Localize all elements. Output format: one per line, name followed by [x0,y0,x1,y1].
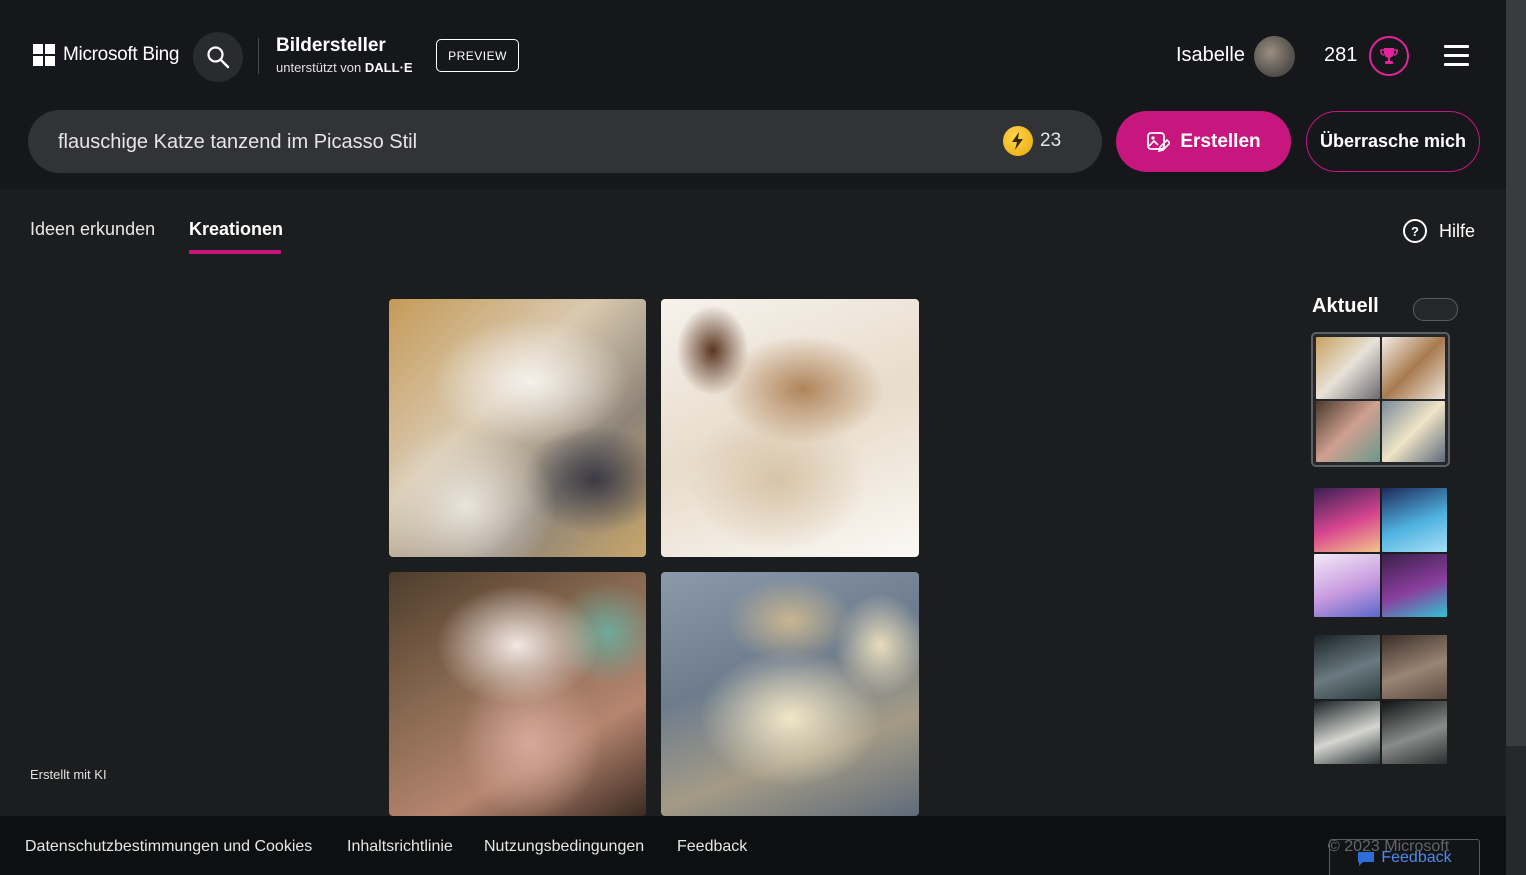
search-icon [207,46,230,69]
trophy-icon [1380,48,1398,64]
generated-image-4[interactable] [661,572,919,816]
footer-link-feedback[interactable]: Feedback [677,838,747,856]
footer-link-content-policy[interactable]: Inhaltsrichtlinie [347,838,453,856]
thumbnail-image [1316,337,1380,399]
thumbnail-image [1314,635,1380,699]
thumbnail-image [1381,635,1447,699]
app-title[interactable]: Bildersteller [276,35,386,57]
logo-text: Microsoft Bing [63,44,180,65]
thumbnail-image [1381,400,1445,462]
create-button[interactable]: Erstellen [1116,111,1291,172]
footer-link-terms[interactable]: Nutzungsbedingungen [484,838,644,856]
preview-badge: PREVIEW [436,39,519,72]
thumbnail-image [1381,553,1447,617]
app-subtitle-brand: DALL·E [364,60,413,75]
header-divider [258,38,259,74]
thumbnail-image [1314,488,1380,552]
tab-creations[interactable]: Kreationen [189,219,283,240]
recent-creation-thumbnail[interactable] [1311,332,1450,467]
hamburger-icon-line [1444,54,1469,57]
help-button[interactable]: ? Hilfe [1403,219,1475,243]
thumbnail-image [1381,488,1447,552]
lightning-icon [1012,132,1023,150]
active-tab-indicator [189,250,281,254]
create-button-label: Erstellen [1180,130,1261,152]
help-icon: ? [1403,219,1427,243]
recent-toggle[interactable] [1413,298,1458,321]
chat-bubble-icon [1358,852,1375,866]
microsoft-logo-icon [33,44,55,66]
generated-image-2[interactable] [661,299,919,557]
recent-creation-thumbnail[interactable] [1311,485,1450,620]
made-with-ai-label: Erstellt mit KI [30,767,107,782]
scrollbar-track[interactable] [1506,0,1526,875]
generated-image-3[interactable] [389,572,646,816]
user-name[interactable]: Isabelle [1176,44,1245,67]
app-subtitle: unterstützt von DALL·E [276,60,413,75]
thumbnail-image [1316,400,1380,462]
thumbnail-image [1381,337,1445,399]
rewards-points[interactable]: 281 [1324,44,1357,67]
search-button[interactable] [193,32,243,82]
app-subtitle-text: unterstützt von [276,60,362,75]
avatar[interactable] [1254,36,1295,77]
hamburger-icon [1444,45,1469,48]
prompt-input[interactable] [56,110,960,175]
hamburger-icon-line [1444,63,1469,66]
tab-explore-ideas[interactable]: Ideen erkunden [30,219,155,240]
bing-logo[interactable]: Microsoft Bing [33,44,179,66]
generated-image-1[interactable] [389,299,646,557]
thumbnail-image [1381,700,1447,764]
boost-indicator[interactable] [1003,126,1033,156]
thumbnail-image [1314,553,1380,617]
help-label: Hilfe [1439,220,1476,241]
feedback-button-label: Feedback [1381,849,1452,866]
footer-link-privacy[interactable]: Datenschutzbestimmungen und Cookies [25,838,312,856]
boost-count: 23 [1040,130,1062,151]
recent-creation-thumbnail[interactable] [1311,632,1450,767]
recent-title: Aktuell [1312,295,1379,317]
feedback-button[interactable]: Feedback [1329,839,1480,875]
prompt-bar: 23 [28,110,1102,175]
image-edit-icon [1147,131,1171,152]
surprise-me-button[interactable]: Überrasche mich [1306,111,1480,172]
hamburger-menu-button[interactable] [1444,45,1469,72]
thumbnail-image [1314,700,1380,764]
scrollbar-thumb[interactable] [1506,0,1526,746]
rewards-button[interactable] [1369,36,1409,76]
